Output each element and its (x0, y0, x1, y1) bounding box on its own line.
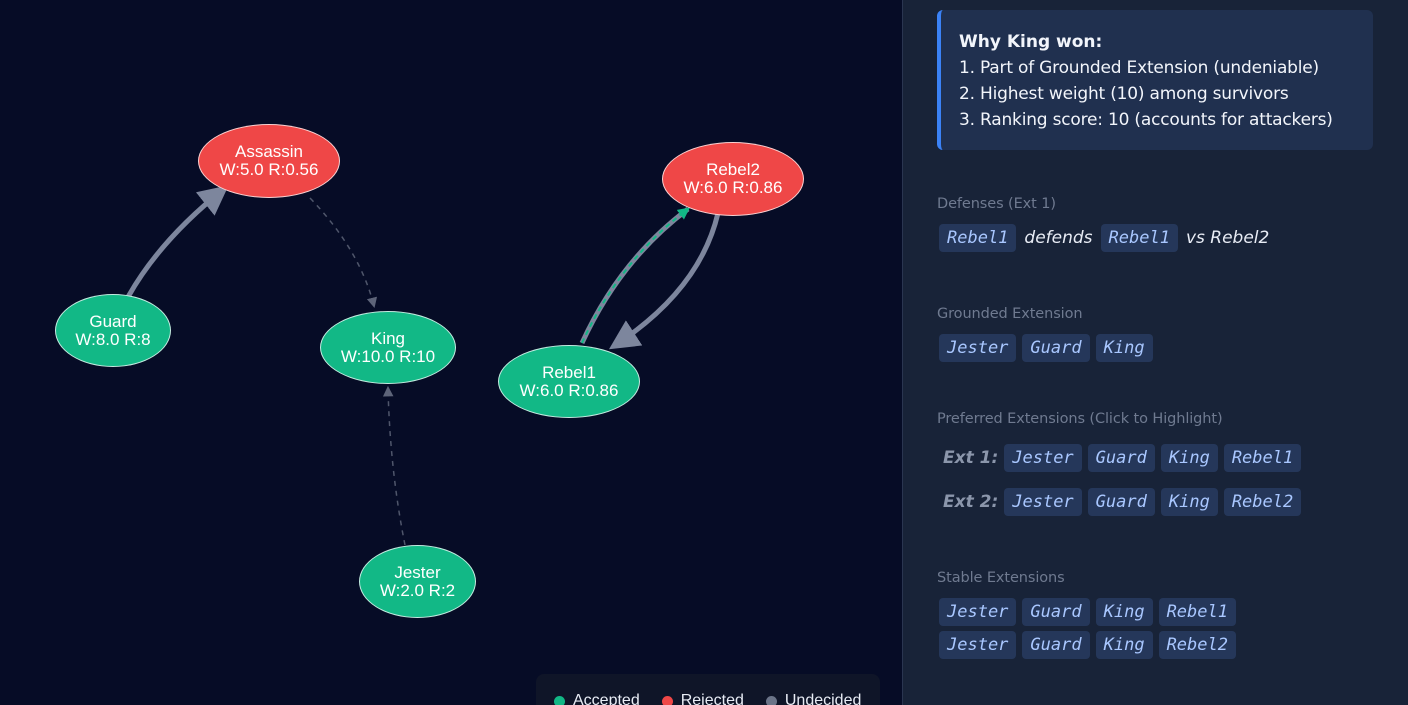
why-winner-callout: Why King won: 1. Part of Grounded Extens… (937, 10, 1373, 150)
node-rebel2-name: Rebel2 (706, 160, 760, 179)
legend-label-undecided: Undecided (784, 692, 862, 705)
why-reason-2: 2. Highest weight (10) among survivors (959, 84, 1289, 104)
legend-item-rejected: Rejected (661, 692, 744, 705)
grounded-chip-jester[interactable]: Jester (939, 334, 1017, 362)
node-guard[interactable]: Guard W:8.0 R:8 (55, 294, 171, 367)
preferred-ext-2-chip-king[interactable]: King (1160, 488, 1218, 516)
edge-assassin-attacks-king (309, 197, 378, 309)
defenses-defended-chip[interactable]: Rebel1 (1100, 224, 1178, 252)
grounded-extension-row: Jester Guard King (939, 334, 1153, 362)
node-guard-name: Guard (89, 311, 137, 331)
preferred-ext-2-chip-guard[interactable]: Guard (1087, 488, 1155, 516)
node-assassin[interactable]: Assassin W:5.0 R:0.56 (198, 124, 340, 198)
why-title: Why King won: (959, 32, 1103, 52)
edge-jester-attacks-king (382, 385, 406, 546)
preferred-ext-2-chip-jester[interactable]: Jester (1004, 488, 1082, 516)
node-assassin-meta: W:5.0 R:0.56 (219, 160, 319, 179)
grounded-chip-guard[interactable]: Guard (1022, 334, 1090, 362)
node-rebel2-meta: W:6.0 R:0.86 (683, 178, 783, 197)
stable-ext-1-chip-rebel1[interactable]: Rebel1 (1158, 598, 1236, 626)
node-rebel1-name: Rebel1 (542, 362, 596, 382)
app-root: Assassin W:5.0 R:0.56 Guard W:8.0 R:8 Ki… (0, 0, 1408, 705)
preferred-ext-1-label[interactable]: Ext 1: (943, 448, 998, 468)
legend-item-undecided: Undecided (765, 692, 862, 705)
node-rebel1-meta: W:6.0 R:0.86 (519, 380, 619, 400)
defenses-against: vs Rebel2 (1185, 228, 1270, 248)
stable-ext-2-chip-guard[interactable]: Guard (1022, 631, 1090, 659)
analysis-side-panel[interactable]: Why King won: 1. Part of Grounded Extens… (902, 0, 1408, 705)
grounded-chip-king[interactable]: King (1095, 334, 1153, 362)
legend-label-accepted: Accepted (573, 692, 640, 705)
edge-rebel1-attacks-rebel2 (579, 207, 690, 345)
argument-graph-canvas[interactable]: Assassin W:5.0 R:0.56 Guard W:8.0 R:8 Ki… (0, 0, 902, 705)
preferred-ext-2-chip-rebel2[interactable]: Rebel2 (1223, 488, 1302, 516)
graph-legend: Accepted Rejected Undecided (536, 674, 880, 705)
preferred-ext-1-chip-rebel1[interactable]: Rebel1 (1223, 444, 1302, 472)
why-reason-3: 3. Ranking score: 10 (accounts for attac… (959, 110, 1333, 130)
stable-ext-2-chip-jester[interactable]: Jester (939, 631, 1017, 659)
preferred-ext-2-label[interactable]: Ext 2: (943, 492, 998, 512)
node-king-meta: W:10.0 R:10 (340, 346, 436, 366)
edge-guard-attacks-assassin (125, 185, 229, 299)
preferred-ext-2-row[interactable]: Ext 2: Jester Guard King Rebel2 (939, 488, 1302, 516)
preferred-ext-1-chip-king[interactable]: King (1160, 444, 1218, 472)
defenses-row: Rebel1 defends Rebel1 vs Rebel2 (939, 224, 1271, 252)
legend-dot-accepted (554, 696, 565, 705)
stable-ext-1-row: Jester Guard King Rebel1 (939, 598, 1236, 626)
legend-item-accepted: Accepted (554, 692, 640, 705)
preferred-section-label: Preferred Extensions (Click to Highlight… (937, 411, 1223, 427)
node-king[interactable]: King W:10.0 R:10 (320, 311, 456, 384)
edge-rebel2-attacks-rebel1 (608, 212, 721, 350)
node-rebel1[interactable]: Rebel1 W:6.0 R:0.86 (498, 345, 640, 418)
stable-ext-1-chip-king[interactable]: King (1095, 598, 1153, 626)
stable-ext-2-chip-king[interactable]: King (1095, 631, 1153, 659)
legend-dot-rejected (661, 696, 673, 705)
stable-ext-2-chip-rebel2[interactable]: Rebel2 (1158, 631, 1236, 659)
stable-ext-1-chip-jester[interactable]: Jester (939, 598, 1017, 626)
node-king-name: King (370, 328, 406, 348)
node-jester-meta: W:2.0 R:2 (379, 580, 456, 600)
stable-ext-1-chip-guard[interactable]: Guard (1022, 598, 1090, 626)
defenses-defender-chip[interactable]: Rebel1 (939, 224, 1017, 252)
node-jester[interactable]: Jester W:2.0 R:2 (359, 545, 476, 618)
stable-section-label: Stable Extensions (937, 570, 1065, 586)
node-assassin-name: Assassin (234, 142, 304, 161)
node-jester-name: Jester (394, 562, 441, 582)
node-rebel2[interactable]: Rebel2 W:6.0 R:0.86 (662, 142, 804, 216)
legend-label-rejected: Rejected (680, 692, 744, 705)
node-guard-meta: W:8.0 R:8 (75, 329, 151, 349)
defenses-section-label: Defenses (Ext 1) (937, 196, 1056, 212)
edge-rebel1-attacks-rebel2-highlight (581, 207, 690, 344)
stable-ext-2-row: Jester Guard King Rebel2 (939, 631, 1236, 659)
preferred-ext-1-chip-jester[interactable]: Jester (1004, 444, 1082, 472)
why-reason-1: 1. Part of Grounded Extension (undeniabl… (959, 58, 1319, 78)
legend-dot-undecided (765, 696, 777, 705)
defenses-verb: defends (1024, 228, 1093, 248)
preferred-ext-1-chip-guard[interactable]: Guard (1087, 444, 1155, 472)
preferred-ext-1-row[interactable]: Ext 1: Jester Guard King Rebel1 (939, 444, 1302, 472)
grounded-section-label: Grounded Extension (937, 306, 1083, 322)
